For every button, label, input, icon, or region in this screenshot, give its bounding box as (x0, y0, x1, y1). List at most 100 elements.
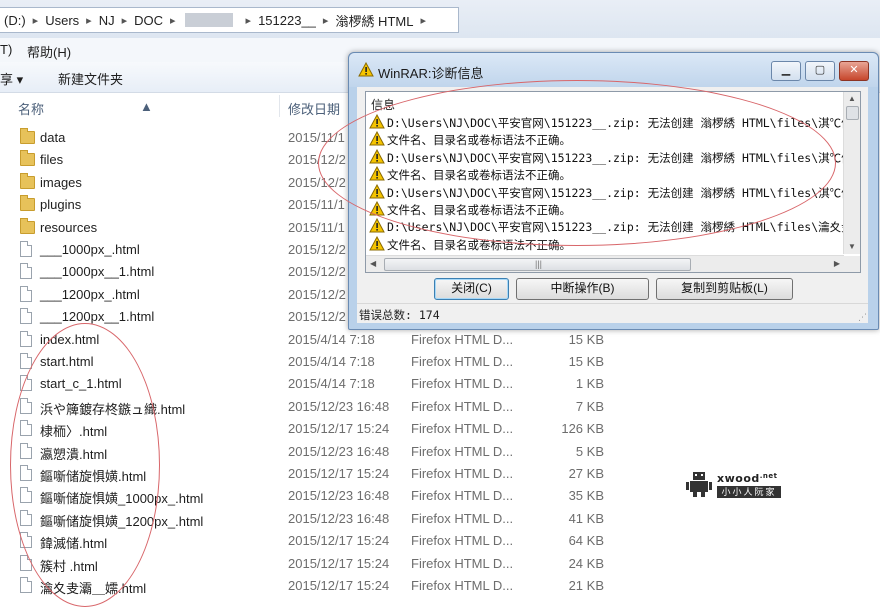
column-divider[interactable] (279, 95, 280, 117)
file-name[interactable]: index.html (40, 332, 99, 347)
file-name[interactable]: ___1000px_.html (40, 242, 140, 257)
file-name[interactable]: 簇村 .html (40, 556, 98, 575)
file-row[interactable]: 瀛愬潰.html 2015/12/23 16:48 Firefox HTML D..… (0, 440, 880, 462)
minimize-button[interactable]: ▁ (771, 61, 801, 81)
message-text: D:\Users\NJ\DOC\平安官网\151223__.zip: 无法创建 … (387, 150, 853, 165)
share-button[interactable]: 享 ▾ (0, 69, 23, 88)
file-type: Firefox HTML D... (411, 510, 514, 526)
scroll-right-icon[interactable]: ▶ (834, 259, 840, 268)
file-row[interactable]: 浜や簰鍍存柊鏃ュ織.html 2015/12/23 16:48 Firefox HT… (0, 395, 880, 417)
chevron-right-icon[interactable]: ▸ (243, 14, 255, 27)
redacted-breadcrumb (184, 13, 233, 27)
folder-icon (20, 195, 35, 212)
breadcrumb-drive[interactable]: (D:) (0, 13, 30, 28)
breadcrumb-archive[interactable]: 151223__ (254, 13, 320, 28)
file-name[interactable]: files (40, 152, 63, 167)
vertical-scrollbar[interactable]: ▲ ▼ (843, 92, 860, 254)
html-file-icon (20, 330, 32, 347)
file-modified: 2015/12/2 (288, 152, 346, 168)
file-size: 64 KB (568, 533, 604, 549)
file-name[interactable]: data (40, 130, 65, 145)
scroll-up-icon[interactable]: ▲ (848, 94, 856, 103)
message-text: D:\Users\NJ\DOC\平安官网\151223__.zip: 无法创建 … (387, 220, 853, 235)
file-row[interactable]: 鍏滅储.html 2015/12/17 15:24 Firefox HTML D..… (0, 529, 880, 551)
file-name[interactable]: ___1200px__1.html (40, 309, 154, 324)
breadcrumb-users[interactable]: Users (41, 13, 83, 28)
html-file-icon (20, 285, 32, 302)
file-name[interactable]: ___1200px_.html (40, 287, 140, 302)
file-name[interactable]: 棣栭〉.html (40, 421, 107, 440)
file-name[interactable]: 瀹夊叏灞＿嬬.html (40, 578, 146, 597)
html-file-icon (20, 375, 32, 392)
new-folder-button[interactable]: 新建文件夹 (58, 69, 123, 88)
chevron-right-icon[interactable]: ▸ (320, 14, 332, 27)
file-type: Firefox HTML D... (411, 533, 514, 549)
message-text: 文件名、目录名或卷标语法不正确。 (387, 237, 571, 252)
file-row[interactable]: 鏂噺储旋惧嫹_1200px_.html 2015/12/23 16:48 Firef… (0, 507, 880, 529)
file-modified: 2015/12/23 16:48 (288, 488, 390, 504)
dialog-titlebar[interactable]: WinRAR:诊断信息 ▁ ▢ ✕ (349, 53, 878, 87)
maximize-button[interactable]: ▢ (805, 61, 835, 81)
html-file-icon (20, 554, 32, 571)
folder-icon (20, 128, 35, 144)
file-size: 5 KB (575, 443, 604, 459)
diagnostic-message-list[interactable]: 信息 D:\Users\NJ\DOC\平安官网\151223__.zip: 无法… (365, 91, 861, 273)
file-name[interactable]: start.html (40, 354, 93, 369)
html-file-icon (20, 263, 32, 280)
scroll-down-icon[interactable]: ▼ (848, 242, 856, 251)
close-window-button[interactable]: ✕ (839, 61, 869, 81)
file-name[interactable]: 鏂噺储旋惧嫹_1200px_.html (40, 511, 203, 530)
file-name[interactable]: images (40, 175, 82, 190)
breadcrumb-nj[interactable]: NJ (95, 13, 119, 28)
breadcrumb-doc[interactable]: DOC (130, 13, 167, 28)
file-type: Firefox HTML D... (411, 555, 514, 571)
close-button[interactable]: 关闭(C) (434, 278, 509, 300)
vertical-scroll-thumb[interactable] (846, 106, 859, 120)
file-name[interactable]: ___1000px__1.html (40, 264, 154, 279)
column-header-name[interactable]: 名称 (18, 99, 44, 118)
warning-icon (369, 235, 385, 254)
file-name[interactable]: plugins (40, 197, 81, 212)
file-name[interactable]: 鍏滅储.html (40, 533, 107, 552)
file-type: Firefox HTML D... (411, 376, 514, 392)
file-size: 27 KB (568, 466, 604, 481)
menu-tools[interactable]: T) (0, 42, 12, 57)
horizontal-scrollbar[interactable]: ◀ ||| ▶ (366, 255, 844, 272)
folder-icon (20, 217, 35, 234)
file-type: Firefox HTML D... (411, 578, 514, 593)
chevron-right-icon[interactable]: ▸ (83, 14, 95, 27)
html-file-icon (20, 353, 32, 369)
file-name[interactable]: 鏂噺储旋惧嫹_1000px_.html (40, 488, 203, 507)
file-name[interactable]: start_c_1.html (40, 376, 122, 391)
abort-button[interactable]: 中断操作(B) (516, 278, 649, 300)
chevron-right-icon[interactable]: ▸ (119, 14, 131, 27)
file-row[interactable]: 瀹夊叏灞＿嬬.html 2015/12/17 15:24 Firefox HTML … (0, 574, 880, 596)
chevron-right-icon[interactable]: ▸ (167, 14, 179, 27)
file-row[interactable]: 棣栭〉.html 2015/12/17 15:24 Firefox HTML D..… (0, 417, 880, 439)
breadcrumb-current[interactable]: 滃椤綉 HTML (331, 11, 417, 30)
file-row[interactable]: 簇村 .html 2015/12/17 15:24 Firefox HTML D..… (0, 552, 880, 574)
resize-grip-icon[interactable]: ⋰ (858, 312, 867, 323)
file-row[interactable]: start_c_1.html 2015/4/14 7:18 Firefox HTML… (0, 372, 880, 394)
file-row[interactable]: index.html 2015/4/14 7:18 Firefox HTML D..… (0, 328, 880, 350)
column-header-modified[interactable]: 修改日期 (288, 99, 340, 118)
chevron-right-icon[interactable]: ▸ (30, 14, 42, 27)
scroll-left-icon[interactable]: ◀ (370, 259, 376, 268)
file-name[interactable]: 瀛愬潰.html (40, 444, 107, 463)
file-name[interactable]: 鏂噺储旋惧嫹.html (40, 466, 146, 485)
file-modified: 2015/12/17 15:24 (288, 466, 390, 481)
file-modified: 2015/4/14 7:18 (288, 331, 375, 347)
file-modified: 2015/12/17 15:24 (288, 555, 390, 571)
warning-icon (369, 148, 385, 167)
breadcrumb[interactable]: (D:) ▸ Users ▸ NJ ▸ DOC ▸ ▸ 151223__ ▸ 滃… (0, 7, 459, 33)
message-text: D:\Users\NJ\DOC\平安官网\151223__.zip: 无法创建 … (387, 185, 853, 200)
copy-to-clipboard-button[interactable]: 复制到剪贴板(L) (656, 278, 793, 300)
file-row[interactable]: start.html 2015/4/14 7:18 Firefox HTML D..… (0, 350, 880, 372)
file-name[interactable]: resources (40, 220, 97, 235)
horizontal-scroll-thumb[interactable]: ||| (384, 258, 691, 271)
chevron-right-icon[interactable]: ▸ (417, 14, 429, 27)
menu-help[interactable]: 帮助(H) (27, 42, 71, 61)
file-type: Firefox HTML D... (411, 466, 514, 481)
message-text: 文件名、目录名或卷标语法不正确。 (387, 133, 571, 148)
file-name[interactable]: 浜や簰鍍存柊鏃ュ織.html (40, 399, 185, 418)
